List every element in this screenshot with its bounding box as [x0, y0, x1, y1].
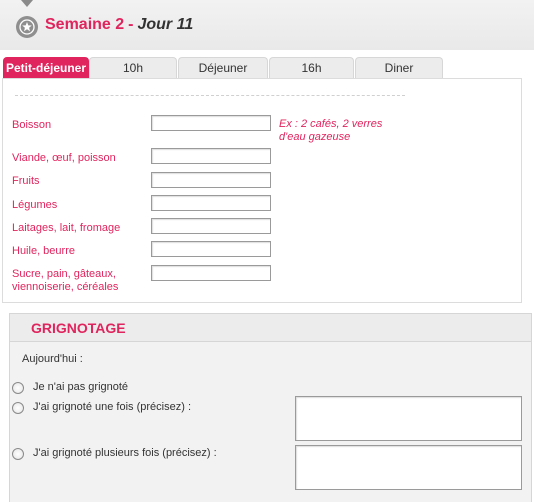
boisson-input[interactable] — [151, 115, 271, 131]
today-label: Aujourd'hui : — [22, 353, 83, 365]
field-label-sucre-line2: viennoiserie, céréales — [12, 281, 119, 293]
boisson-hint: Ex : 2 cafés, 2 verres d'eau gazeuse — [279, 118, 383, 143]
field-label-sucre: Sucre, pain, gâteaux, viennoiserie, céré… — [12, 268, 118, 294]
tab-dejeuner[interactable]: Déjeuner — [178, 57, 268, 78]
laitages-input[interactable] — [151, 218, 271, 234]
option-snack-once-label: J'ai grignoté une fois (précisez) : — [33, 401, 192, 413]
tab-10h[interactable]: 10h — [89, 57, 177, 78]
star-icon — [16, 16, 38, 38]
huile-input[interactable] — [151, 241, 271, 257]
meal-form-panel: Boisson Ex : 2 cafés, 2 verres d'eau gaz… — [2, 78, 522, 303]
tab-diner[interactable]: Diner — [355, 57, 443, 78]
page-header: Semaine 2- Jour 11 — [0, 0, 534, 50]
week-label: Semaine 2 — [45, 16, 125, 33]
snack-once-textarea[interactable] — [295, 396, 522, 441]
field-label-sucre-line1: Sucre, pain, gâteaux, — [12, 268, 116, 280]
field-label-fruits: Fruits — [12, 175, 40, 187]
tab-16h[interactable]: 16h — [269, 57, 354, 78]
radio-no-snack[interactable] — [12, 382, 24, 394]
divider — [15, 95, 405, 96]
snack-title: GRIGNOTAGE — [31, 320, 126, 336]
field-label-viande: Viande, œuf, poisson — [12, 152, 116, 164]
field-label-huile: Huile, beurre — [12, 245, 75, 257]
field-label-boisson: Boisson — [12, 119, 52, 131]
tab-petit-dejeuner[interactable]: Petit-déjeuner — [3, 57, 89, 78]
snack-many-textarea[interactable] — [295, 445, 522, 490]
pointer-arrow-icon — [21, 0, 33, 7]
option-snack-many-label: J'ai grignoté plusieurs fois (précisez) … — [33, 447, 217, 459]
field-label-laitages: Laitages, lait, fromage — [12, 222, 121, 234]
snack-header: GRIGNOTAGE — [10, 314, 531, 342]
viande-input[interactable] — [151, 148, 271, 164]
snack-panel: GRIGNOTAGE Aujourd'hui : Je n'ai pas gri… — [9, 313, 532, 502]
sucre-input[interactable] — [151, 265, 271, 281]
radio-snack-once[interactable] — [12, 402, 24, 414]
legumes-input[interactable] — [151, 195, 271, 211]
fruits-input[interactable] — [151, 172, 271, 188]
meal-tabs: Petit-déjeuner 10h Déjeuner 16h Diner — [0, 57, 534, 79]
page-title: Semaine 2- Jour 11 — [45, 16, 193, 34]
option-no-snack-label: Je n'ai pas grignoté — [33, 381, 129, 393]
radio-snack-many[interactable] — [12, 448, 24, 460]
title-separator: - — [128, 16, 134, 33]
field-label-legumes: Légumes — [12, 199, 58, 211]
day-label: Jour 11 — [137, 16, 194, 33]
